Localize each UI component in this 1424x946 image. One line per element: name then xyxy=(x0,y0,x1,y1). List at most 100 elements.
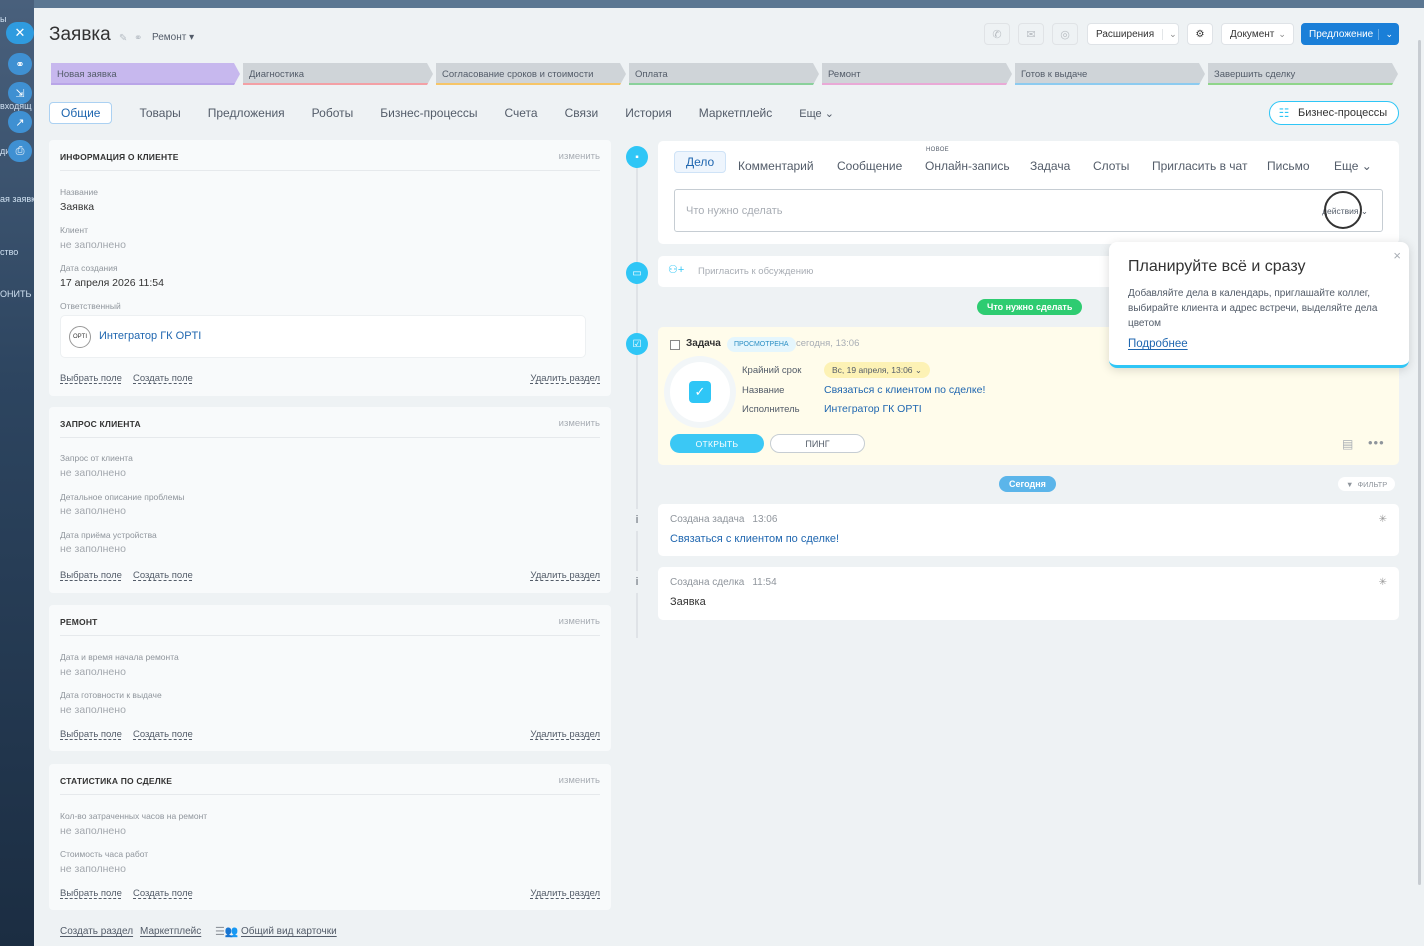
tab-business-processes[interactable]: Бизнес-процессы xyxy=(380,106,477,120)
editor-tab-invite-chat[interactable]: Пригласить в чат xyxy=(1152,159,1247,173)
learn-more-link[interactable]: Подробнее xyxy=(1128,338,1188,350)
chat-button[interactable]: ◎ xyxy=(1052,23,1078,45)
tab-offers[interactable]: Предложения xyxy=(208,106,285,120)
business-process-icon: ☷ xyxy=(1278,106,1290,120)
stage-repair[interactable]: Ремонт xyxy=(822,63,1012,85)
select-field-link[interactable]: Выбрать поле xyxy=(60,729,122,740)
field-label: Запрос от клиента xyxy=(60,453,133,463)
stage-approval[interactable]: Согласование сроков и стоимости xyxy=(436,63,626,85)
background-text: ОНИТЬ xyxy=(0,289,32,299)
background-text: ство xyxy=(0,247,19,257)
category-selector[interactable]: Ремонт ▾ xyxy=(152,32,194,43)
tab-history[interactable]: История xyxy=(625,106,672,120)
stage-payment[interactable]: Оплата xyxy=(629,63,819,85)
tab-general[interactable]: Общие xyxy=(49,102,113,124)
open-task-button[interactable]: ОТКРЫТЬ xyxy=(670,434,764,453)
task-name-link[interactable]: Связаться с клиентом по сделке! xyxy=(824,384,985,396)
divider xyxy=(60,794,600,795)
stage-new-request[interactable]: Новая заявка xyxy=(51,63,240,85)
settings-button[interactable]: ⚙ xyxy=(1187,23,1213,45)
field-value[interactable]: не заполнено xyxy=(60,825,126,837)
link-icon[interactable]: ⚭ xyxy=(134,33,142,44)
tab-more[interactable]: Еще ⌄ xyxy=(799,107,834,120)
stage-diagnostics[interactable]: Диагностика xyxy=(243,63,433,85)
editor-tab-online-booking[interactable]: Онлайн-запись xyxy=(925,159,1010,173)
email-button[interactable]: ✉ xyxy=(1018,23,1044,45)
select-field-link[interactable]: Выбрать поле xyxy=(60,888,122,899)
delete-section-link[interactable]: Удалить раздел xyxy=(530,570,600,581)
ping-button[interactable]: ПИНГ xyxy=(770,434,865,453)
editor-tab-comment[interactable]: Комментарий xyxy=(738,159,814,173)
call-button[interactable]: ✆ xyxy=(984,23,1010,45)
edit-section-link[interactable]: изменить xyxy=(559,775,600,786)
executor-link[interactable]: Интегратор ГК OPTI xyxy=(824,403,922,415)
todo-pill: Что нужно сделать xyxy=(977,299,1083,315)
task-checkbox[interactable] xyxy=(670,340,680,350)
responsible-person[interactable]: OPTI Интегратор ГК OPTI xyxy=(60,315,586,358)
close-icon[interactable]: × xyxy=(1393,248,1401,263)
delete-section-link[interactable]: Удалить раздел xyxy=(530,888,600,899)
scrollbar[interactable] xyxy=(1418,40,1421,885)
card-tabs: Общие Товары Предложения Роботы Бизнес-п… xyxy=(49,101,861,125)
document-label: Документ xyxy=(1230,28,1275,40)
create-section-link[interactable]: Создать раздел xyxy=(60,926,133,937)
page-title: Заявка xyxy=(49,24,111,45)
close-button[interactable]: ✕ xyxy=(6,22,34,44)
onboarding-popup: × Планируйте всё и сразу Добавляйте дела… xyxy=(1109,242,1409,368)
business-processes-button[interactable]: ☷ Бизнес-процессы xyxy=(1269,101,1399,125)
print-icon: ⎙ xyxy=(15,144,25,157)
edit-section-link[interactable]: изменить xyxy=(559,616,600,627)
editor-tab-email[interactable]: Письмо xyxy=(1267,159,1310,173)
client-info-section: ИНФОРМАЦИЯ О КЛИЕНТЕ изменить Название З… xyxy=(49,140,611,396)
editor-tab-slots[interactable]: Слоты xyxy=(1093,159,1129,173)
select-field-link[interactable]: Выбрать поле xyxy=(60,570,122,581)
delete-section-link[interactable]: Удалить раздел xyxy=(530,373,600,384)
tab-marketplace[interactable]: Маркетплейс xyxy=(699,106,773,120)
marketplace-link[interactable]: Маркетплейс xyxy=(140,926,201,937)
stage-finish[interactable]: Завершить сделку xyxy=(1208,63,1398,85)
open-in-new-window-button[interactable]: ↗ xyxy=(8,111,32,133)
delete-section-link[interactable]: Удалить раздел xyxy=(530,729,600,740)
tab-links[interactable]: Связи xyxy=(565,106,599,120)
create-field-link[interactable]: Создать поле xyxy=(133,888,193,899)
editor-tab-task[interactable]: Задача xyxy=(1030,159,1070,173)
create-field-link[interactable]: Создать поле xyxy=(133,570,193,581)
stage-ready[interactable]: Готов к выдаче xyxy=(1015,63,1205,85)
editor-tab-message[interactable]: Сообщение xyxy=(837,159,902,173)
tab-invoices[interactable]: Счета xyxy=(505,106,538,120)
edit-pencil-icon[interactable]: ✎ xyxy=(119,33,127,44)
tab-robots[interactable]: Роботы xyxy=(312,106,354,120)
field-value[interactable]: не заполнено xyxy=(60,239,126,251)
download-button[interactable]: ⇲ xyxy=(8,82,32,104)
offer-button[interactable]: Предложение ⌄ xyxy=(1301,23,1399,45)
responsible-name[interactable]: Интегратор ГК OPTI xyxy=(99,330,201,342)
field-value[interactable]: не заполнено xyxy=(60,543,126,555)
print-button[interactable]: ⎙ xyxy=(8,140,32,162)
filter-button[interactable]: ▼ ФИЛЬТР xyxy=(1338,477,1396,491)
editor-tab-more[interactable]: Еще ⌄ xyxy=(1334,159,1372,173)
common-view-link[interactable]: Общий вид карточки xyxy=(241,926,337,937)
tab-products[interactable]: Товары xyxy=(139,106,180,120)
create-field-link[interactable]: Создать поле xyxy=(133,729,193,740)
note-icon[interactable]: ▤ xyxy=(1342,437,1353,451)
field-value[interactable]: не заполнено xyxy=(60,704,126,716)
field-value[interactable]: не заполнено xyxy=(60,467,126,479)
more-icon[interactable]: ••• xyxy=(1368,435,1385,450)
highlight-ring xyxy=(1324,191,1362,229)
edit-section-link[interactable]: изменить xyxy=(559,151,600,162)
deadline-value[interactable]: Вс, 19 апреля, 13:06 ⌄ xyxy=(824,362,931,378)
create-field-link[interactable]: Создать поле xyxy=(133,373,193,384)
edit-section-link[interactable]: изменить xyxy=(559,418,600,429)
select-field-link[interactable]: Выбрать поле xyxy=(60,373,122,384)
history-value-link[interactable]: Связаться с клиентом по сделке! xyxy=(670,533,839,545)
document-button[interactable]: Документ ⌄ xyxy=(1221,23,1294,45)
field-value[interactable]: не заполнено xyxy=(60,863,126,875)
new-badge: НОВОЕ xyxy=(926,147,949,153)
section-title: ЗАПРОС КЛИЕНТА xyxy=(60,419,141,429)
copy-link-button[interactable]: ⚭ xyxy=(8,53,32,75)
todo-input[interactable]: Что нужно сделать действия ⌄ xyxy=(674,189,1383,232)
field-value[interactable]: не заполнено xyxy=(60,666,126,678)
editor-tab-todo[interactable]: Дело xyxy=(674,151,727,173)
field-value[interactable]: не заполнено xyxy=(60,505,126,517)
extensions-button[interactable]: Расширения ⌄ xyxy=(1087,23,1179,45)
